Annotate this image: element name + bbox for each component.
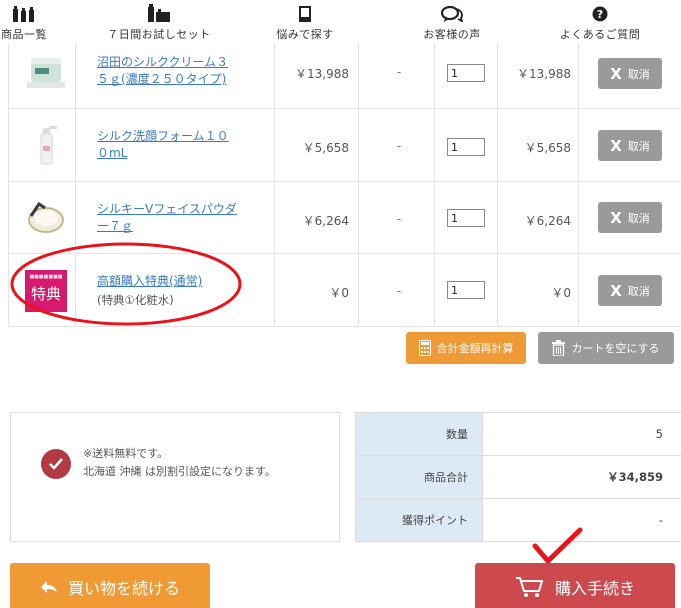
discount-value: - bbox=[396, 284, 402, 298]
summary-value: - bbox=[658, 513, 663, 527]
shipping-notice: ※送料無料です。 北海道 沖縄 は別割引設定になります。 bbox=[10, 412, 340, 542]
delete-button[interactable]: X 取消 bbox=[598, 202, 662, 233]
nav-item-faq[interactable]: ? よくあるご質問 bbox=[555, 0, 645, 44]
shipping-line-1: ※送料無料です。 bbox=[83, 447, 169, 460]
check-circle-icon bbox=[41, 449, 71, 479]
summary-row-total: 商品合計 ￥34,859 bbox=[355, 456, 681, 499]
unit-price: ￥5,658 bbox=[302, 141, 349, 155]
quantity-input[interactable] bbox=[447, 64, 485, 82]
product-link[interactable]: シルキーVフェイスパウダー７ｇ bbox=[97, 201, 237, 235]
continue-shopping-button[interactable]: 買い物を続ける bbox=[10, 563, 210, 608]
delete-button[interactable]: X 取消 bbox=[598, 275, 662, 306]
trial-set-icon bbox=[146, 2, 172, 22]
calculator-icon bbox=[418, 340, 431, 356]
close-icon: X bbox=[610, 136, 622, 155]
summary-value: ￥34,859 bbox=[607, 470, 663, 484]
nav-item-concerns[interactable]: 悩みで探す bbox=[265, 0, 345, 44]
foam-bottle-thumbnail[interactable] bbox=[25, 124, 67, 166]
back-arrow-icon bbox=[40, 580, 58, 594]
nav-label: 悩みで探す bbox=[276, 28, 334, 41]
svg-text:?: ? bbox=[597, 8, 603, 21]
question-icon: ? bbox=[592, 2, 608, 22]
summary-label: 数量 bbox=[355, 413, 483, 455]
cart-row: シルキーVフェイスパウダー７ｇ ￥6,264 - ￥6,264 X取消 bbox=[9, 182, 681, 254]
empty-cart-button[interactable]: カートを空にする bbox=[538, 332, 674, 364]
summary-row-quantity: 数量 5 bbox=[355, 413, 681, 456]
product-link[interactable]: 沼田のシルククリーム３５ｇ(濃度２５０タイプ) bbox=[97, 54, 237, 88]
delete-button[interactable]: X 取消 bbox=[598, 130, 662, 161]
row-subtotal: ￥5,658 bbox=[524, 141, 571, 155]
summary-row-points: 獲得ポイント - bbox=[355, 499, 681, 542]
powder-compact-thumbnail[interactable] bbox=[25, 196, 67, 238]
unit-price: ￥0 bbox=[329, 286, 349, 300]
cart-row: ■■■■■■■ 特典 高額購入特典(通常) (特典①化粧水) ￥0 - ￥0 X… bbox=[9, 254, 681, 327]
delete-button[interactable]: X 取消 bbox=[598, 58, 662, 89]
product-link[interactable]: 高額購入特典(通常) bbox=[97, 273, 237, 290]
discount-value: - bbox=[396, 139, 402, 153]
nav-label: 商品一覧 bbox=[1, 28, 47, 41]
quantity-input[interactable] bbox=[447, 138, 485, 156]
discount-value: - bbox=[396, 212, 402, 226]
unit-price: ￥6,264 bbox=[302, 214, 349, 228]
nav-item-trial-set[interactable]: ７日間お試しセット bbox=[100, 0, 218, 44]
order-summary: 数量 5 商品合計 ￥34,859 獲得ポイント - bbox=[355, 412, 681, 542]
nav-item-products[interactable]: 商品一覧 bbox=[0, 0, 54, 44]
row-subtotal: ￥0 bbox=[551, 286, 571, 300]
nav-label: よくあるご質問 bbox=[559, 28, 641, 41]
cart-icon bbox=[515, 576, 543, 598]
product-link[interactable]: シルク洗顔フォーム１００mL bbox=[97, 128, 237, 162]
close-icon: X bbox=[610, 64, 622, 83]
trash-icon bbox=[552, 340, 566, 356]
row-subtotal: ￥13,988 bbox=[517, 67, 571, 81]
unit-price: ￥13,988 bbox=[295, 67, 349, 81]
summary-label: 獲得ポイント bbox=[355, 499, 483, 541]
cart-table: 沼田のシルククリーム３５ｇ(濃度２５０タイプ) ￥13,988 - ￥13,98… bbox=[8, 44, 681, 327]
close-icon: X bbox=[610, 208, 622, 227]
bottles-icon bbox=[11, 2, 37, 22]
cream-jar-thumbnail[interactable] bbox=[25, 52, 67, 94]
nav-item-voices[interactable]: お客様の声 bbox=[412, 0, 492, 44]
product-note: (特典①化粧水) bbox=[97, 293, 174, 307]
quantity-input[interactable] bbox=[447, 209, 485, 227]
shipping-line-2: 北海道 沖縄 は別割引設定になります。 bbox=[83, 465, 276, 478]
summary-value: 5 bbox=[655, 427, 663, 441]
book-icon bbox=[298, 2, 312, 22]
nav-label: お客様の声 bbox=[423, 28, 481, 41]
top-navigation: 商品一覧 ７日間お試しセット 悩みで探す お客様の声 ? よくあるご質問 bbox=[0, 0, 681, 44]
close-icon: X bbox=[610, 281, 622, 300]
checkout-button[interactable]: 購入手続き bbox=[475, 563, 675, 608]
quantity-input[interactable] bbox=[447, 281, 485, 299]
speech-bubbles-icon bbox=[441, 2, 463, 22]
cart-row: 沼田のシルククリーム３５ｇ(濃度２５０タイプ) ￥13,988 - ￥13,98… bbox=[9, 44, 681, 109]
nav-label: ７日間お試しセット bbox=[107, 28, 211, 41]
summary-label: 商品合計 bbox=[355, 456, 483, 498]
cart-row: シルク洗顔フォーム１００mL ￥5,658 - ￥5,658 X取消 bbox=[9, 109, 681, 182]
recalculate-button[interactable]: 合計金額再計算 bbox=[406, 332, 526, 364]
bonus-card-thumbnail[interactable]: ■■■■■■■ 特典 bbox=[25, 270, 67, 312]
row-subtotal: ￥6,264 bbox=[524, 214, 571, 228]
discount-value: - bbox=[396, 65, 402, 79]
